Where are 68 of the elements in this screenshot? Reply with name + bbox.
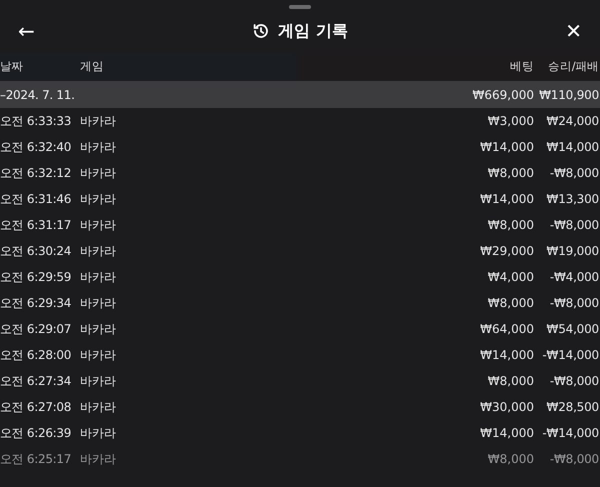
table-cell-text: 오전 6:33:33 [0, 113, 72, 130]
table-cell-text: ₩64,000 [479, 321, 534, 338]
table-cell-text: 오전 6:31:46 [0, 191, 72, 208]
history-icon [252, 22, 270, 40]
table-cell-text: ₩8,000 [486, 451, 534, 468]
table-cell-text: ₩14,000 [546, 139, 600, 156]
date-text: –2024. 7. 11. [0, 86, 76, 104]
table-cell-text: 오전 6:32:12 [0, 165, 72, 182]
table-cell-text: -₩8,000 [548, 451, 600, 468]
column-header: 날짜 [0, 58, 24, 76]
table-cell-text: 바카라 [80, 191, 117, 208]
table-cell-text: 오전 6:31:17 [0, 217, 72, 234]
table-cell-text: -₩4,000 [548, 269, 600, 286]
table-cell-text: 바카라 [80, 451, 117, 468]
table-cell-text: 바카라 [80, 399, 117, 416]
close-button[interactable]: ✕ [559, 17, 588, 45]
table-cell-text: 오전 6:29:59 [0, 269, 72, 286]
total-result: ₩110,900 [538, 86, 600, 104]
table-cell-text: 바카라 [80, 217, 117, 234]
table-cell-text: ₩4,000 [486, 269, 534, 286]
table-cell-text: -₩8,000 [548, 373, 600, 390]
table-cell-text: ₩30,000 [479, 399, 534, 416]
table-cell-text: -₩8,000 [548, 217, 600, 234]
table-cell-text: 바카라 [80, 139, 117, 156]
table-cell-text: 바카라 [80, 347, 117, 364]
table-cell-text: ₩8,000 [486, 165, 534, 182]
table-cell-text: ₩54,000 [546, 321, 600, 338]
table-cell-text: 바카라 [80, 113, 117, 130]
table-cell-text: ₩29,000 [479, 243, 534, 260]
table-cell-text: 오전 6:30:24 [0, 243, 72, 260]
table-cell-text: ₩3,000 [486, 113, 534, 130]
table-cell-text: 오전 6:27:08 [0, 399, 72, 416]
table-cell-text: ₩14,000 [479, 191, 534, 208]
table-cell-text: 바카라 [80, 243, 117, 260]
table-cell-text: 오전 6:27:34 [0, 373, 72, 390]
column-header: 베팅 [509, 58, 534, 76]
table-cell-text: ₩14,000 [479, 139, 534, 156]
back-button[interactable]: ← [12, 17, 41, 45]
table-cell-text: 바카라 [80, 425, 117, 442]
table-cell-text: 오전 6:32:40 [0, 139, 72, 156]
table-cell-text: 바카라 [80, 269, 117, 286]
table-cell-text: 바카라 [80, 165, 117, 182]
total-bet: ₩669,000 [472, 86, 534, 104]
table-cell-text: 바카라 [80, 373, 117, 390]
table-cell-text: ₩8,000 [486, 373, 534, 390]
table-cell-text: 오전 6:28:00 [0, 347, 72, 364]
column-header: 게임 [80, 58, 105, 76]
table-cell-text: 오전 6:29:34 [0, 295, 72, 312]
table-cell-text: 바카라 [80, 321, 117, 338]
table-cell-text: ₩8,000 [486, 217, 534, 234]
drag-handle[interactable] [289, 5, 311, 9]
window-title: 게임 기록 [278, 20, 348, 42]
table-cell-text: ₩8,000 [486, 295, 534, 312]
table-cell-text: ₩19,000 [546, 243, 600, 260]
table-cell-text: -₩8,000 [548, 295, 600, 312]
table-cell-text: 오전 6:29:07 [0, 321, 72, 338]
table-cell-text: -₩8,000 [548, 165, 600, 182]
table-cell-text: ₩14,000 [479, 347, 534, 364]
column-header: 승리/패배 [547, 58, 600, 76]
table-cell-text: ₩14,000 [479, 425, 534, 442]
table-cell-text: -₩14,000 [541, 425, 600, 442]
table-cell-text: ₩28,500 [546, 399, 600, 416]
table-cell-text: ₩24,000 [546, 113, 600, 130]
table-cell-text: 바카라 [80, 295, 117, 312]
table-cell-text: 오전 6:26:39 [0, 425, 72, 442]
table-cell-text: ₩13,300 [546, 191, 600, 208]
table-cell-text: -₩14,000 [541, 347, 600, 364]
table-cell-text: 오전 6:25:17 [0, 451, 72, 468]
